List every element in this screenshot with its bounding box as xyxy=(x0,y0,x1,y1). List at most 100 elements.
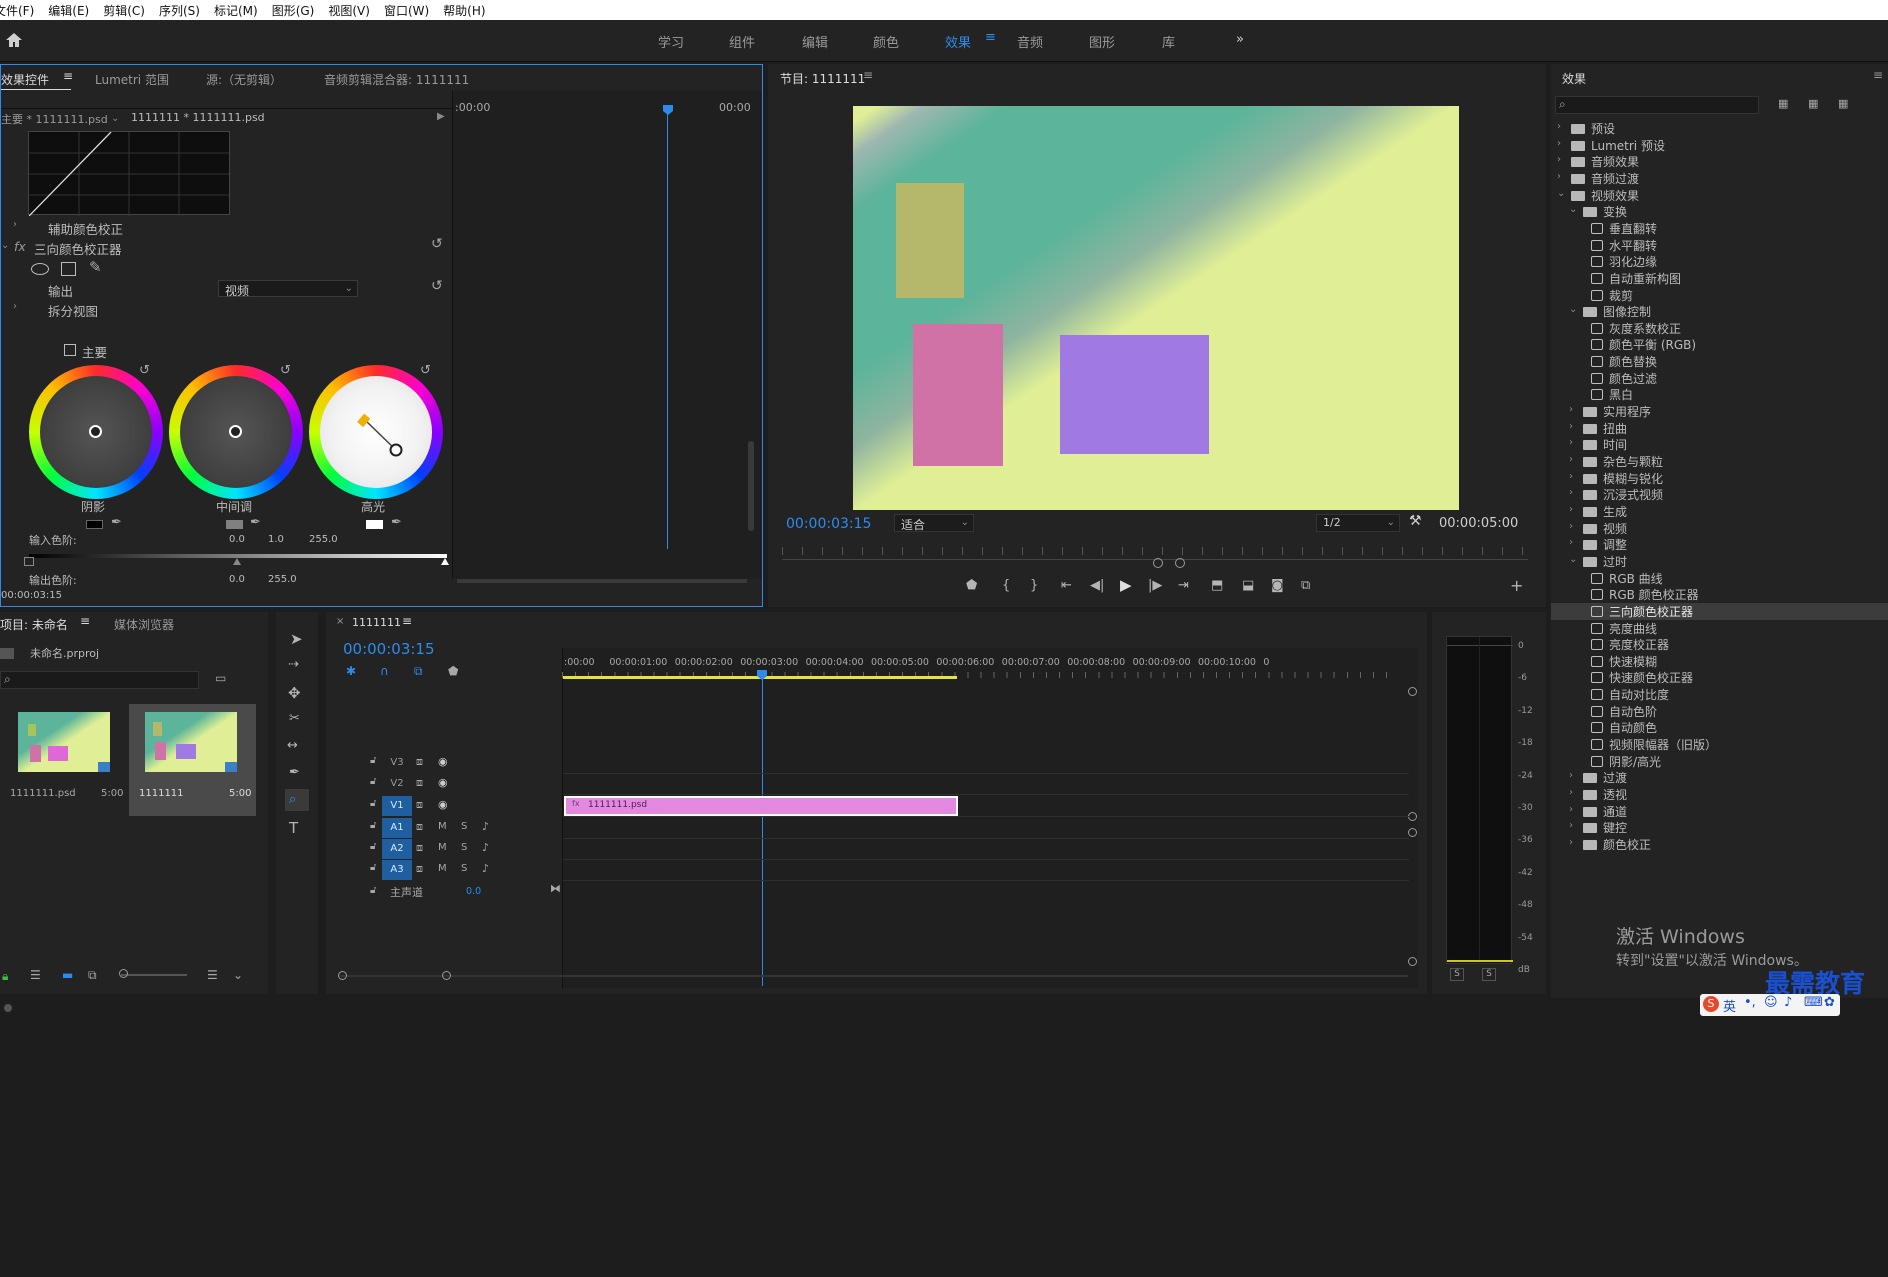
list-view-icon[interactable]: ☰ xyxy=(30,968,41,982)
shadow-swatch[interactable] xyxy=(86,520,103,529)
effect-item[interactable]: 快速模糊 xyxy=(1551,653,1888,670)
effects-folder[interactable]: › 杂色与颗粒 xyxy=(1551,453,1888,470)
menu-view[interactable]: 视图(V) xyxy=(321,2,377,19)
program-timecode[interactable]: 00:00:03:15 xyxy=(786,516,871,532)
ime-toolbar[interactable]: S 英 •, ☺ ♪ ⌨ ✿ xyxy=(1700,994,1840,1016)
track-lane[interactable] xyxy=(563,773,1409,774)
new-bin-icon[interactable]: ▭ xyxy=(215,671,226,685)
eye-icon[interactable]: ◉ xyxy=(438,755,448,768)
effect-item[interactable]: 颜色替换 xyxy=(1551,353,1888,370)
effects-folder[interactable]: ⌄ 过时 xyxy=(1551,553,1888,570)
sort-icon[interactable]: ☰ xyxy=(207,968,218,982)
eye-icon[interactable]: ◉ xyxy=(438,798,448,811)
input-gray[interactable]: 1.0 xyxy=(268,534,284,545)
chevron-down-icon[interactable]: ⌄ xyxy=(1569,204,1577,215)
tab-sequence[interactable]: 1111111 xyxy=(352,616,401,629)
effect-item[interactable]: 羽化边缘 xyxy=(1551,253,1888,270)
button-editor-icon[interactable]: + xyxy=(1510,576,1523,595)
track-lane[interactable] xyxy=(563,794,1409,795)
menu-window[interactable]: 窗口(W) xyxy=(377,2,436,19)
voiceover-icon[interactable]: ♪ xyxy=(482,820,489,833)
effects-folder[interactable]: › 实用程序 xyxy=(1551,403,1888,420)
track-select-tool-icon[interactable]: ⇢ xyxy=(288,657,299,672)
effects-folder[interactable]: ⌄ 视频效果 xyxy=(1551,187,1888,204)
effect-item[interactable]: 自动对比度 xyxy=(1551,686,1888,703)
master-end-icon[interactable]: ⧓ xyxy=(550,882,561,895)
chevron-right-icon[interactable]: › xyxy=(1557,121,1561,132)
panel-menu-icon[interactable]: ≡ xyxy=(402,614,412,628)
current-timecode[interactable]: 00:00:03:15 xyxy=(1,590,62,601)
track-target-A3[interactable]: A3 xyxy=(382,860,412,880)
effect-item[interactable]: 自动色阶 xyxy=(1551,703,1888,720)
effects-folder[interactable]: › 音频效果 xyxy=(1551,153,1888,170)
tab-source[interactable]: 源:（无剪辑） xyxy=(206,71,282,88)
zoom-handle-left[interactable] xyxy=(1153,558,1163,568)
keyboard-icon[interactable]: ⌨ xyxy=(1804,995,1823,1010)
effect-item[interactable]: 颜色平衡 (RGB) xyxy=(1551,336,1888,353)
selection-tool-icon[interactable]: ➤ xyxy=(290,630,303,648)
track-lock-icon[interactable]: 🔓︎ xyxy=(370,820,376,831)
program-title[interactable]: 节目: 1111111 xyxy=(780,70,865,87)
chevron-right-icon[interactable]: › xyxy=(1569,404,1573,415)
vertical-zoom-handle[interactable] xyxy=(1408,812,1417,821)
chevron-right-icon[interactable]: › xyxy=(1557,171,1561,182)
workspace-menu-icon[interactable]: ≡ xyxy=(985,30,996,45)
pen-mask-icon[interactable]: ✎ xyxy=(89,258,102,276)
close-tab-icon[interactable]: × xyxy=(336,616,344,627)
step-back-icon[interactable]: ◀| xyxy=(1090,578,1104,593)
lift-icon[interactable]: ⬒ xyxy=(1211,578,1223,593)
eyedropper-icon[interactable]: ✒ xyxy=(250,515,261,530)
track-lock-icon[interactable]: 🔓︎ xyxy=(370,776,376,787)
track-target-V2[interactable]: V2 xyxy=(382,774,412,794)
reset-icon[interactable]: ↺ xyxy=(420,363,431,378)
nest-icon[interactable]: ✱ xyxy=(346,664,356,678)
effect-item[interactable]: 三向颜色校正器 xyxy=(1551,602,1888,620)
effects-folder[interactable]: › 颜色校正 xyxy=(1551,836,1888,853)
workspace-audio[interactable]: 音频 xyxy=(1017,32,1043,51)
timeline-area[interactable] xyxy=(562,648,1418,988)
go-to-out-icon[interactable]: ⇥ xyxy=(1178,578,1189,593)
highlight-swatch[interactable] xyxy=(366,520,383,529)
mute-button[interactable]: M xyxy=(438,821,447,832)
effect-item[interactable]: 快速颜色校正器 xyxy=(1551,669,1888,686)
pen-tool-icon[interactable]: ✒ xyxy=(289,765,300,780)
chevron-right-icon[interactable]: › xyxy=(1569,837,1573,848)
expand-icon[interactable]: › xyxy=(13,301,17,312)
eye-icon[interactable]: ◉ xyxy=(438,776,448,789)
voiceover-icon[interactable]: ♪ xyxy=(482,841,489,854)
menu-help[interactable]: 帮助(H) xyxy=(436,2,492,19)
sync-lock-icon[interactable]: ⧈ xyxy=(416,841,423,855)
effects-folder[interactable]: › 透视 xyxy=(1551,786,1888,803)
effects-folder[interactable]: › 视频 xyxy=(1551,520,1888,537)
track-lock-icon[interactable]: 🔓︎ xyxy=(370,755,376,766)
effects-title[interactable]: 效果 xyxy=(1562,70,1586,87)
expand-icon[interactable]: › xyxy=(13,219,17,230)
master-clip-label[interactable]: 主要 * 1111111.psd xyxy=(1,111,108,127)
track-lock-icon[interactable]: 🔓︎ xyxy=(370,862,376,873)
solo-button[interactable]: S xyxy=(461,863,467,874)
effect-item[interactable]: 裁剪 xyxy=(1551,287,1888,304)
track-target-V3[interactable]: V3 xyxy=(382,753,412,773)
effect-item[interactable]: 颜色过滤 xyxy=(1551,370,1888,387)
tab-lumetri-scopes[interactable]: Lumetri 范围 xyxy=(95,71,169,88)
horizontal-scrollbar[interactable] xyxy=(457,579,747,583)
effects-folder[interactable]: › 模糊与锐化 xyxy=(1551,470,1888,487)
effect-item[interactable]: 自动颜色 xyxy=(1551,719,1888,736)
chevron-right-icon[interactable]: › xyxy=(1569,787,1573,798)
sync-lock-icon[interactable]: ⧈ xyxy=(416,776,423,790)
chevron-right-icon[interactable]: › xyxy=(1569,537,1573,548)
mark-out-icon[interactable]: } xyxy=(1030,578,1038,593)
video-frame[interactable] xyxy=(853,106,1459,510)
chevron-right-icon[interactable]: › xyxy=(1569,770,1573,781)
zoom-handle-right[interactable] xyxy=(1175,558,1185,568)
playhead-handle[interactable] xyxy=(663,105,673,115)
accelerated-effects-icon[interactable]: ▦ xyxy=(1778,97,1788,110)
workspace-learn[interactable]: 学习 xyxy=(658,32,684,51)
master-checkbox[interactable] xyxy=(64,344,76,356)
tab-audio-clip-mixer[interactable]: 音频剪辑混合器: 1111111 xyxy=(324,71,469,88)
effects-folder[interactable]: › 时间 xyxy=(1551,436,1888,453)
ime-mode[interactable]: 英 xyxy=(1723,996,1736,1015)
sync-lock-icon[interactable]: ⧈ xyxy=(416,862,423,876)
menu-edit[interactable]: 编辑(E) xyxy=(41,2,96,19)
timeline-timecode[interactable]: 00:00:03:15 xyxy=(343,640,435,658)
